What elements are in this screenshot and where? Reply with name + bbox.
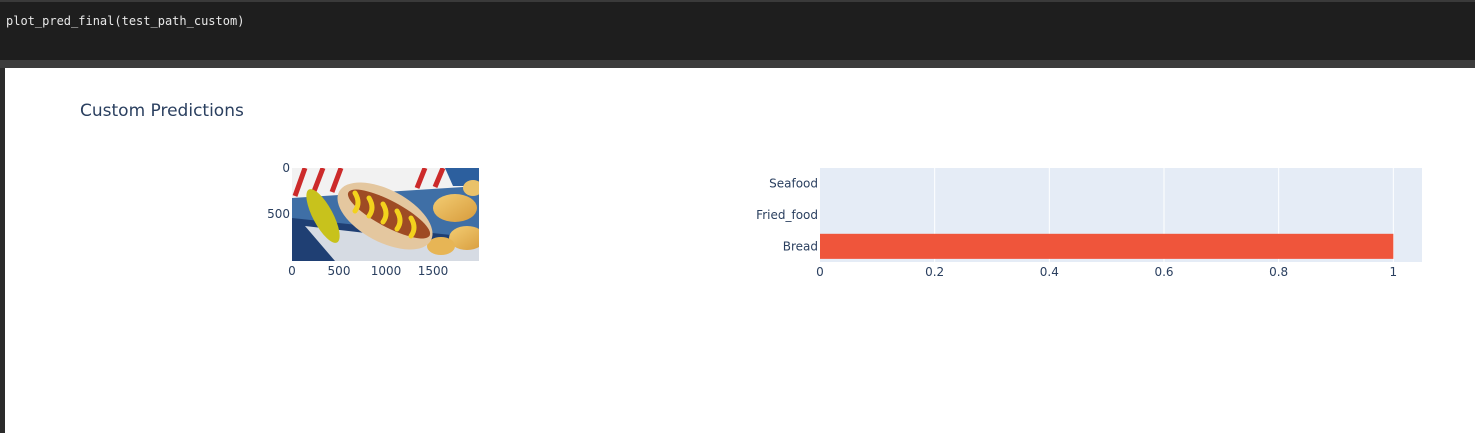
img-x-tick: 0 [288,264,296,278]
img-y-tick: 0 [282,161,290,175]
img-x-tick: 1500 [418,264,449,278]
code-cell[interactable]: plot_pred_final(test_path_custom) [0,0,1475,60]
code-line[interactable]: plot_pred_final(test_path_custom) [6,14,244,28]
x-tick-label: 0.6 [1154,265,1173,279]
img-x-tick: 1000 [371,264,402,278]
img-x-tick: 500 [328,264,351,278]
x-tick-label: 0.4 [1040,265,1059,279]
output-area: Custom Predictions 0 500 0 500 1000 1500… [5,68,1475,433]
cell-separator [0,60,1475,68]
bar-bread [820,233,1394,259]
figure-canvas: 0 500 0 500 1000 1500 0 0.2 0.4 0.6 0.8 1 Seaf… [267,161,1422,279]
y-category-label: Fried_food [756,208,818,222]
image-subplot: 0 500 0 500 1000 1500 [267,161,479,278]
y-category-label: Seafood [769,177,818,191]
x-tick-label: 0.8 [1269,265,1288,279]
x-tick-label: 0.2 [925,265,944,279]
x-tick-label: 0 [816,265,824,279]
x-tick-label: 1 [1390,265,1398,279]
bar-subplot: 0 0.2 0.4 0.6 0.8 1 Seafood Fried_food Bread [756,168,1422,279]
img-y-tick: 500 [267,207,290,221]
y-category-label: Bread [783,239,818,253]
food-image [292,168,479,261]
